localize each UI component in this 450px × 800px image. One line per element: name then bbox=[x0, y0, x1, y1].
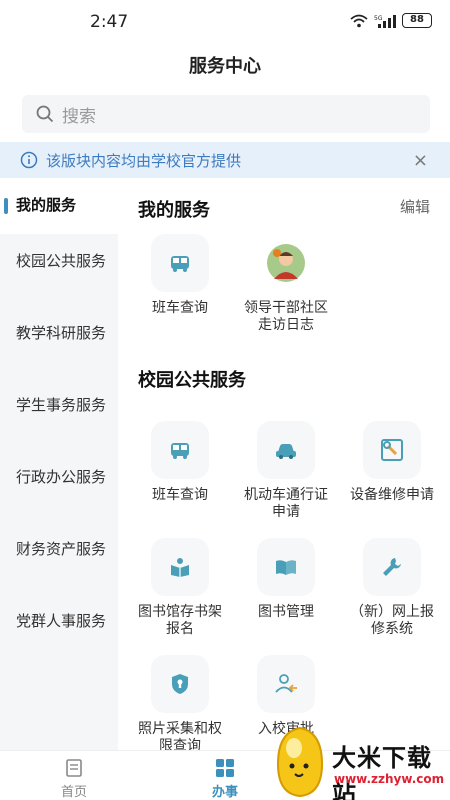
status-icons: 5G 88 bbox=[350, 13, 432, 28]
service-equipment-repair[interactable]: 设备维修申请 bbox=[340, 421, 444, 504]
search-input[interactable]: 搜索 bbox=[22, 95, 430, 133]
sidebar-item-party-hr[interactable]: 党群人事服务 bbox=[0, 613, 118, 630]
grid-icon bbox=[216, 759, 234, 777]
service-label: 机动车通行证申请 bbox=[244, 487, 328, 520]
battery-icon: 88 bbox=[402, 13, 432, 28]
service-label: 设备维修申请 bbox=[350, 487, 434, 503]
watermark-name: 大米下载站 bbox=[332, 744, 432, 800]
wifi-icon bbox=[350, 14, 368, 27]
sidebar-item-label: 校园公共服务 bbox=[16, 252, 107, 270]
page-title: 服务中心 bbox=[189, 56, 261, 77]
sidebar-item-teaching-research[interactable]: 教学科研服务 bbox=[0, 325, 118, 342]
service-label: 图书馆存书架报名 bbox=[138, 604, 222, 637]
tab-label: 首页 bbox=[60, 785, 87, 800]
watermark-logo-icon bbox=[276, 726, 324, 798]
service-online-repair-system[interactable]: （新）网上报修系统 bbox=[340, 538, 444, 638]
edit-button[interactable]: 编辑 bbox=[400, 196, 430, 217]
car-icon bbox=[257, 421, 315, 479]
status-time: 2:47 bbox=[90, 12, 129, 32]
notice-text: 该版块内容均由学校官方提供 bbox=[46, 151, 242, 170]
sidebar: 我的服务 校园公共服务 教学科研服务 学生事务服务 行政办公服务 财务资产服务 … bbox=[0, 178, 118, 750]
service-bus-query[interactable]: 班车查询 bbox=[128, 234, 232, 317]
sidebar-item-finance-assets[interactable]: 财务资产服务 bbox=[0, 541, 118, 558]
search-placeholder: 搜索 bbox=[62, 106, 96, 127]
tab-home[interactable]: 首页 bbox=[34, 757, 114, 800]
close-icon[interactable]: × bbox=[413, 150, 428, 171]
sidebar-item-label: 党群人事服务 bbox=[16, 612, 107, 630]
service-vehicle-permit[interactable]: 机动车通行证申请 bbox=[234, 421, 338, 521]
sidebar-item-my-services[interactable]: 我的服务 bbox=[0, 178, 118, 234]
watermark-url: www.zzhyw.com bbox=[334, 772, 445, 786]
sidebar-item-label: 行政办公服务 bbox=[16, 468, 107, 486]
active-indicator bbox=[4, 198, 8, 214]
service-label: 领导干部社区走访日志 bbox=[244, 300, 328, 333]
notice-banner: 该版块内容均由学校官方提供 × bbox=[0, 142, 450, 178]
section-title-campus-public: 校园公共服务 bbox=[138, 370, 246, 391]
search-icon bbox=[36, 105, 54, 123]
sidebar-item-student-affairs[interactable]: 学生事务服务 bbox=[0, 397, 118, 414]
sidebar-item-label: 财务资产服务 bbox=[16, 540, 107, 558]
sidebar-item-label: 学生事务服务 bbox=[16, 396, 107, 414]
service-library-shelf-signup[interactable]: 图书馆存书架报名 bbox=[128, 538, 232, 638]
repair-tools-icon bbox=[363, 421, 421, 479]
wrench-icon bbox=[363, 538, 421, 596]
watermark: 大米下载站 www.zzhyw.com bbox=[270, 722, 450, 800]
status-bar: 2:47 5G 88 bbox=[0, 0, 450, 44]
user-entry-icon bbox=[257, 655, 315, 713]
sidebar-item-campus-public[interactable]: 校园公共服务 bbox=[0, 253, 118, 270]
svg-text:5G: 5G bbox=[374, 15, 383, 22]
service-photo-collection[interactable]: 照片采集和权限查询 bbox=[128, 655, 232, 755]
shield-icon bbox=[151, 655, 209, 713]
sidebar-item-admin-office[interactable]: 行政办公服务 bbox=[0, 469, 118, 486]
sidebar-item-label: 我的服务 bbox=[16, 196, 77, 214]
sidebar-item-label: 教学科研服务 bbox=[16, 324, 107, 342]
bus-icon bbox=[151, 421, 209, 479]
home-doc-icon bbox=[66, 759, 82, 777]
service-book-management[interactable]: 图书管理 bbox=[234, 538, 338, 621]
service-label: 图书管理 bbox=[258, 604, 314, 620]
leader-avatar-icon bbox=[257, 234, 315, 292]
service-label: 班车查询 bbox=[152, 300, 208, 316]
service-label: （新）网上报修系统 bbox=[350, 604, 434, 637]
service-label: 班车查询 bbox=[152, 487, 208, 503]
main-content: 我的服务 编辑 班车查询 领导干部社区走访日志 校园公共服务 班车查询 机动车通… bbox=[118, 178, 450, 754]
open-book-icon bbox=[257, 538, 315, 596]
bus-icon bbox=[151, 234, 209, 292]
book-reader-icon bbox=[151, 538, 209, 596]
signal-icon: 5G bbox=[374, 14, 396, 28]
service-leader-visit-log[interactable]: 领导干部社区走访日志 bbox=[234, 234, 338, 334]
tab-label: 办事 bbox=[211, 785, 238, 800]
service-bus-query[interactable]: 班车查询 bbox=[128, 421, 232, 504]
section-title-my-services: 我的服务 bbox=[138, 200, 210, 221]
info-icon bbox=[20, 151, 38, 169]
tab-services[interactable]: 办事 bbox=[185, 757, 265, 800]
